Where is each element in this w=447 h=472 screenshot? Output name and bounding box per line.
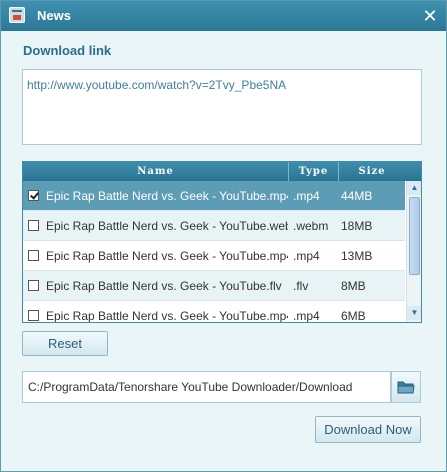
download-now-button[interactable]: Download Now bbox=[315, 416, 421, 443]
file-name: Epic Rap Battle Nerd vs. Geek - YouTube.… bbox=[46, 219, 288, 233]
row-checkbox[interactable] bbox=[28, 190, 39, 201]
file-size: 8MB bbox=[341, 279, 366, 293]
download-link-input[interactable]: http://www.youtube.com/watch?v=2Tvy_Pbe5… bbox=[22, 69, 422, 145]
file-name: Epic Rap Battle Nerd vs. Geek - YouTube.… bbox=[46, 309, 288, 323]
file-type: .flv bbox=[293, 279, 309, 293]
file-type: .mp4 bbox=[293, 189, 320, 203]
reset-button[interactable]: Reset bbox=[22, 331, 108, 356]
table-header: Name Type Size bbox=[23, 162, 421, 181]
row-checkbox[interactable] bbox=[28, 250, 39, 261]
file-size: 18MB bbox=[341, 219, 373, 233]
table-row[interactable]: Epic Rap Battle Nerd vs. Geek - YouTube.… bbox=[23, 271, 405, 301]
file-table: Name Type Size Epic Rap Battle Nerd vs. … bbox=[22, 161, 422, 323]
file-type: .mp4 bbox=[293, 249, 320, 263]
table-row[interactable]: Epic Rap Battle Nerd vs. Geek - YouTube.… bbox=[23, 301, 405, 323]
file-name: Epic Rap Battle Nerd vs. Geek - YouTube.… bbox=[46, 189, 288, 203]
file-name: Epic Rap Battle Nerd vs. Geek - YouTube.… bbox=[46, 249, 288, 263]
save-path-field[interactable]: C:/ProgramData/Tenorshare YouTube Downlo… bbox=[22, 371, 391, 403]
file-size: 13MB bbox=[341, 249, 373, 263]
row-checkbox[interactable] bbox=[28, 280, 39, 291]
table-scrollbar[interactable]: ▲ ▼ bbox=[406, 181, 421, 322]
title-bar[interactable]: News ✕ bbox=[1, 1, 446, 31]
file-size: 6MB bbox=[341, 309, 366, 323]
column-header-type[interactable]: Type bbox=[289, 162, 339, 181]
file-size: 44MB bbox=[341, 189, 373, 203]
column-header-size[interactable]: Size bbox=[339, 162, 405, 181]
download-link-label: Download link bbox=[23, 43, 112, 58]
file-type: .mp4 bbox=[293, 309, 320, 323]
file-name: Epic Rap Battle Nerd vs. Geek - YouTube.… bbox=[46, 279, 282, 293]
column-header-name[interactable]: Name bbox=[23, 162, 289, 181]
app-icon bbox=[9, 7, 25, 23]
file-type: .webm bbox=[293, 219, 329, 233]
row-checkbox[interactable] bbox=[28, 310, 39, 321]
browse-folder-button[interactable] bbox=[391, 371, 421, 403]
folder-icon bbox=[397, 381, 415, 394]
row-checkbox[interactable] bbox=[28, 220, 39, 231]
table-row[interactable]: Epic Rap Battle Nerd vs. Geek - YouTube.… bbox=[23, 181, 405, 211]
scroll-down-arrow-icon[interactable]: ▼ bbox=[407, 306, 421, 320]
table-row[interactable]: Epic Rap Battle Nerd vs. Geek - YouTube.… bbox=[23, 241, 405, 271]
window-title: News bbox=[37, 8, 71, 23]
scroll-thumb[interactable] bbox=[409, 197, 420, 275]
news-dialog: News ✕ Download link http://www.youtube.… bbox=[0, 0, 447, 472]
scroll-up-arrow-icon[interactable]: ▲ bbox=[407, 181, 421, 195]
close-icon[interactable]: ✕ bbox=[421, 7, 439, 25]
table-row[interactable]: Epic Rap Battle Nerd vs. Geek - YouTube.… bbox=[23, 211, 405, 241]
